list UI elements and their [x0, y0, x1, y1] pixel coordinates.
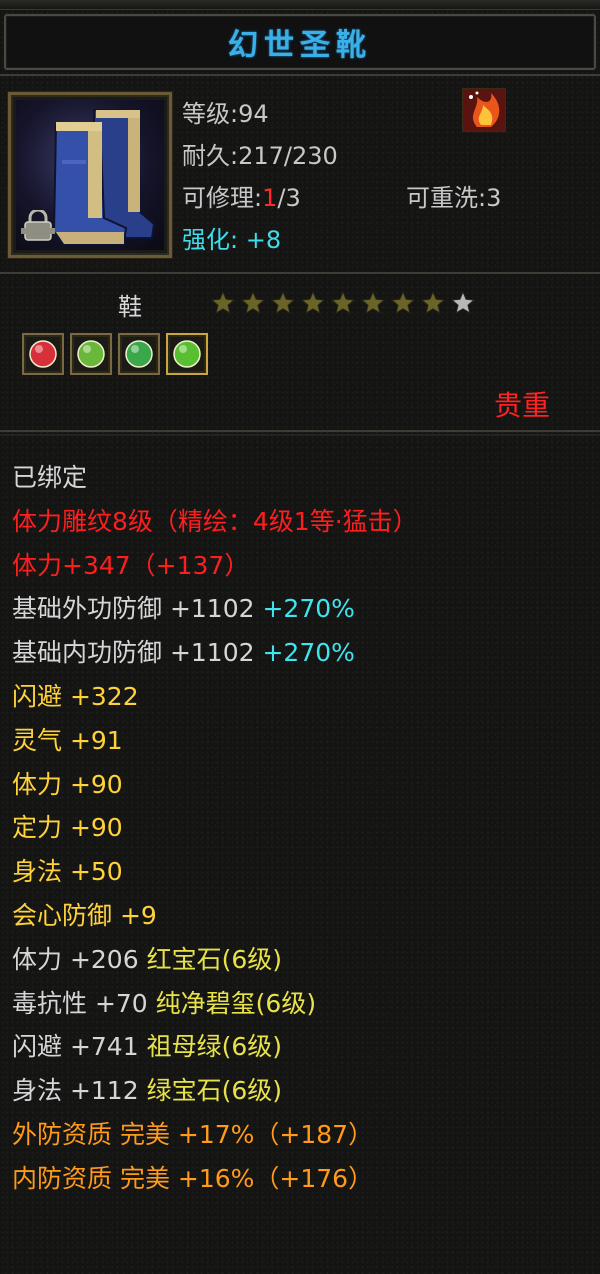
durability-value: :217/230 — [230, 142, 338, 170]
repair-total: /3 — [277, 184, 301, 212]
tooltip-top-edge — [0, 0, 600, 10]
item-tooltip: 幻世圣靴 等级:94 耐久:217/230 可修理:1/3 可重洗:3 强化: … — [0, 0, 600, 1274]
attribute-text: +270% — [262, 638, 355, 668]
red-gem-socket-icon — [22, 333, 64, 375]
star-filled-icon — [390, 290, 416, 316]
attribute-line: 体力+347（+137） — [12, 544, 592, 588]
star-filled-icon — [330, 290, 356, 316]
repair-used: 1 — [262, 184, 278, 212]
attribute-text: 已绑定 — [12, 463, 88, 492]
level-value: :94 — [230, 100, 269, 128]
attribute-line: 已绑定 — [12, 456, 592, 500]
star-empty-icon — [450, 290, 476, 316]
attribute-text: 闪避 +322 — [12, 681, 139, 711]
bound-lock-icon — [21, 208, 55, 242]
attribute-text: 身法 +50 — [12, 857, 123, 887]
enhance-stat: 强化: +8 — [182, 220, 281, 255]
attribute-text: 祖母绿(6级) — [146, 1032, 282, 1062]
attribute-line: 内防资质 完美 +16%（+176） — [12, 1157, 592, 1201]
attribute-line: 毒抗性 +70 纯净碧玺(6级) — [12, 982, 592, 1026]
attribute-text: 红宝石(6级) — [146, 944, 282, 974]
star-filled-icon — [240, 290, 266, 316]
attribute-line: 体力 +90 — [12, 763, 592, 807]
rarity-label: 贵重 — [494, 389, 551, 422]
attribute-text: 定力 +90 — [12, 813, 123, 843]
jade-socket-icon — [70, 333, 112, 375]
star-filled-icon — [300, 290, 326, 316]
attribute-line: 定力 +90 — [12, 806, 592, 850]
attribute-text: 体力雕纹8级（精绘：4级1等·猛击） — [12, 506, 418, 536]
title-bar: 幻世圣靴 — [4, 14, 596, 70]
star-filled-icon — [210, 290, 236, 316]
attribute-text: +270% — [262, 594, 355, 624]
attribute-line: 身法 +112 绿宝石(6级) — [12, 1069, 592, 1113]
flame-rune-icon — [462, 88, 506, 132]
enhance-label: 强化: — [182, 226, 239, 254]
level-stat: 等级:94 — [182, 94, 269, 129]
attribute-text: 基础外功防御 +1102 — [12, 594, 263, 624]
star-filled-icon — [420, 290, 446, 316]
attribute-line: 体力 +206 红宝石(6级) — [12, 938, 592, 982]
repair-label: 可修理: — [182, 184, 263, 212]
attribute-line: 体力雕纹8级（精绘：4级1等·猛击） — [12, 500, 592, 544]
attribute-list: 已绑定体力雕纹8级（精绘：4级1等·猛击） 体力+347（+137） 基础外功防御 … — [12, 456, 592, 1201]
rewash-value: :3 — [478, 184, 502, 212]
section-divider — [0, 430, 600, 436]
attribute-line: 基础内功防御 +1102 +270% — [12, 631, 592, 675]
attribute-line: 身法 +50 — [12, 850, 592, 894]
attribute-text: 毒抗性 +70 — [12, 988, 156, 1018]
attribute-text: 体力+347（+137） — [12, 550, 250, 580]
attribute-text: 会心防御 +9 — [12, 900, 157, 930]
attribute-line: 会心防御 +9 — [12, 894, 592, 938]
attribute-text: 身法 +112 — [12, 1076, 147, 1106]
green-gem-socket-icon — [166, 333, 208, 375]
attribute-line: 灵气 +91 — [12, 719, 592, 763]
star-filled-icon — [360, 290, 386, 316]
star-filled-icon — [270, 290, 296, 316]
gem-sockets — [22, 333, 208, 375]
attribute-text: 外防资质 完美 +17%（+187） — [12, 1119, 374, 1149]
item-portrait — [8, 92, 172, 258]
attribute-text: 体力 +90 — [12, 769, 123, 799]
durability-label: 耐久 — [182, 142, 230, 170]
enhance-value: +8 — [245, 226, 282, 254]
attribute-line: 闪避 +322 — [12, 675, 592, 719]
attribute-text: 闪避 +741 — [12, 1032, 147, 1062]
slot-type: 鞋 — [118, 293, 142, 321]
level-label: 等级 — [182, 100, 230, 128]
rewash-label: 可重洗 — [406, 184, 478, 212]
emerald-socket-icon — [118, 333, 160, 375]
attribute-text: 体力 +206 — [12, 944, 147, 974]
item-name: 幻世圣靴 — [228, 28, 372, 63]
star-rating — [210, 290, 476, 316]
attribute-line: 外防资质 完美 +17%（+187） — [12, 1113, 592, 1157]
attribute-text: 灵气 +91 — [12, 725, 123, 755]
attribute-text: 纯净碧玺(6级) — [155, 988, 317, 1018]
attribute-line: 基础外功防御 +1102 +270% — [12, 587, 592, 631]
attribute-text: 内防资质 完美 +16%（+176） — [12, 1163, 374, 1193]
rewash-stat: 可重洗:3 — [406, 178, 501, 213]
attribute-text: 绿宝石(6级) — [146, 1076, 282, 1106]
attribute-text: 基础内功防御 +1102 — [12, 638, 263, 668]
repair-stat: 可修理:1/3 — [182, 178, 301, 213]
durability-stat: 耐久:217/230 — [182, 136, 338, 171]
attribute-line: 闪避 +741 祖母绿(6级) — [12, 1025, 592, 1069]
